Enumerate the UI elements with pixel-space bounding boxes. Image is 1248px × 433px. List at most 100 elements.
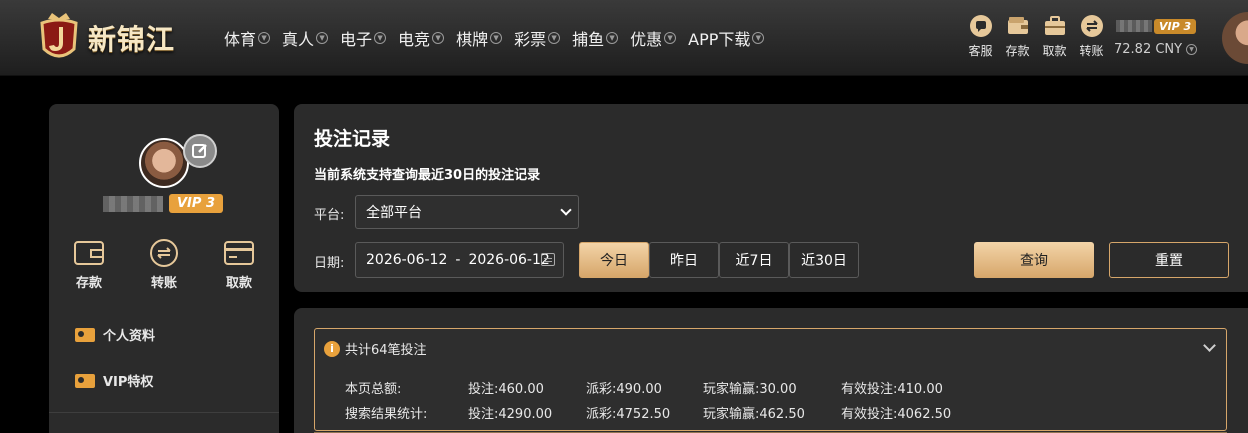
range-30days-button[interactable]: 近30日 — [789, 242, 859, 278]
transfer-button[interactable]: 转账 — [1073, 14, 1110, 59]
date-from: 2026-06-12 — [366, 252, 448, 268]
platform-select[interactable]: 全部平台 — [355, 195, 579, 229]
quick-actions: 存款 转账 取款 — [63, 238, 265, 291]
chevron-down-icon: ▼ — [664, 32, 677, 44]
top-header: 新锦江 体育 ▼ 真人 ▼ 电子 ▼ 电竞 ▼ 棋牌 ▼ 彩票 ▼ 捕鱼 ▼ 优惠 ▼ APP下… — [0, 0, 1248, 76]
chevron-down-icon: ▼ — [606, 32, 619, 44]
quick-label: 存款 — [75, 276, 102, 291]
nav-item-promotions[interactable]: 优惠 ▼ — [630, 26, 677, 50]
filter-note: 当前系统支持查询最近30日的投注记录 — [314, 168, 541, 183]
edit-profile-button[interactable] — [183, 134, 217, 168]
platform-label: 平台: — [314, 208, 345, 223]
chevron-down-icon: ▼ — [432, 32, 445, 44]
nav-label: 棋牌 — [456, 30, 489, 49]
date-range-input[interactable]: 2026-06-12 - 2026-06-12 — [355, 242, 564, 278]
page-title: 投注记录 — [314, 128, 391, 150]
nav-item-sports[interactable]: 体育 ▼ — [224, 26, 271, 50]
nav-label: APP下载 — [688, 30, 751, 49]
chevron-down-icon: ▼ — [548, 32, 561, 44]
sidebar-transfer-button[interactable]: 转账 — [138, 238, 190, 291]
chevron-down-icon: ▼ — [490, 32, 503, 44]
balance[interactable]: 72.82 CNY ▼ — [1114, 42, 1204, 57]
header-tools: 客服 存款 取款 转账 — [962, 14, 1110, 59]
id-card-icon — [75, 327, 95, 342]
sidebar: VIP 3 存款 转账 取款 个人资料 VIP特权 — [49, 104, 279, 433]
withdraw-button[interactable]: 取款 — [1036, 14, 1073, 59]
date-to: 2026-06-12 — [468, 252, 550, 268]
vip-badge: VIP 3 — [1154, 18, 1197, 34]
chevron-down-icon: ▼ — [1186, 44, 1198, 55]
nav-label: 电子 — [340, 30, 373, 49]
chevron-down-icon: ▼ — [258, 32, 271, 44]
summary-count: 共计64笔投注 — [345, 343, 427, 358]
vip-badge: VIP 3 — [169, 194, 223, 213]
win-loss-total: 玩家输赢:30.00 — [703, 382, 797, 397]
transfer-icon — [1080, 15, 1103, 37]
nav-item-esports[interactable]: 电竞 ▼ — [398, 26, 445, 50]
valid-bet-total: 有效投注:410.00 — [841, 382, 943, 397]
bet-total: 投注:4290.00 — [468, 407, 553, 422]
sidebar-item-vip[interactable]: VIP特权 — [75, 371, 153, 390]
nav-item-app-download[interactable]: APP下载 ▼ — [688, 26, 765, 50]
quick-label: 取款 — [225, 276, 252, 291]
query-button[interactable]: 查询 — [974, 242, 1094, 278]
nav-label: 真人 — [282, 30, 315, 49]
masked-username — [1116, 20, 1152, 32]
nav-label: 电竞 — [398, 30, 431, 49]
customer-service-button[interactable]: 客服 — [962, 14, 999, 59]
chat-icon — [969, 15, 992, 37]
nav-label: 彩票 — [514, 30, 547, 49]
avatar[interactable] — [1222, 12, 1248, 64]
nav-label: 体育 — [224, 30, 257, 49]
wallet-icon — [1007, 17, 1028, 34]
calendar-icon — [541, 253, 555, 266]
tool-label: 存款 — [1005, 44, 1030, 58]
chevron-down-icon: ▼ — [316, 32, 329, 44]
bet-total: 投注:460.00 — [468, 382, 544, 397]
tool-label: 取款 — [1042, 44, 1067, 58]
masked-username — [103, 195, 163, 212]
nav-item-live[interactable]: 真人 ▼ — [282, 26, 329, 50]
balance-value: 72.82 CNY — [1114, 42, 1183, 57]
nav-item-cards[interactable]: 棋牌 ▼ — [456, 26, 503, 50]
summary-box: i 共计64笔投注 本页总额: 投注:460.00 派彩:490.00 玩家输赢… — [314, 328, 1227, 431]
id-card-icon — [75, 373, 95, 388]
chevron-down-icon: ▼ — [374, 32, 387, 44]
edit-icon — [192, 144, 207, 158]
wallet-icon — [74, 241, 104, 265]
win-loss-total: 玩家输赢:462.50 — [703, 407, 805, 422]
deposit-button[interactable]: 存款 — [999, 14, 1036, 59]
reset-button[interactable]: 重置 — [1109, 242, 1229, 278]
nav-item-fishing[interactable]: 捕鱼 ▼ — [572, 26, 619, 50]
chevron-down-icon[interactable] — [1203, 339, 1216, 352]
divider — [49, 412, 279, 413]
card-icon — [224, 241, 254, 265]
sidebar-withdraw-button[interactable]: 取款 — [213, 238, 265, 291]
tool-label: 客服 — [968, 44, 993, 58]
summary-header[interactable]: i 共计64笔投注 — [324, 339, 427, 358]
nav-item-lottery[interactable]: 彩票 ▼ — [514, 26, 561, 50]
sidebar-deposit-button[interactable]: 存款 — [63, 238, 115, 291]
nav-label: 优惠 — [630, 30, 663, 49]
row-label: 本页总额: — [345, 382, 402, 397]
range-yesterday-button[interactable]: 昨日 — [649, 242, 719, 278]
sidebar-item-profile[interactable]: 个人资料 — [75, 325, 155, 344]
briefcase-icon — [1044, 16, 1065, 35]
payout-total: 派彩:4752.50 — [586, 407, 671, 422]
main-nav: 体育 ▼ 真人 ▼ 电子 ▼ 电竞 ▼ 棋牌 ▼ 彩票 ▼ 捕鱼 ▼ 优惠 ▼ APP下载 ▼ — [224, 26, 776, 50]
info-icon: i — [324, 340, 340, 357]
range-today-button[interactable]: 今日 — [579, 242, 649, 278]
brand-name: 新锦江 — [88, 23, 176, 56]
range-7days-button[interactable]: 近7日 — [719, 242, 789, 278]
brand-logo[interactable]: 新锦江 — [34, 10, 194, 66]
transfer-icon — [150, 239, 178, 267]
date-separator: - — [455, 252, 461, 268]
nav-item-slots[interactable]: 电子 ▼ — [340, 26, 387, 50]
bet-records-filter: 投注记录 当前系统支持查询最近30日的投注记录 平台: 全部平台 日期: 202… — [294, 104, 1248, 292]
row-label: 搜索结果统计: — [345, 407, 428, 422]
quick-label: 转账 — [150, 276, 177, 291]
account-box[interactable]: VIP 3 72.82 CNY ▼ — [1114, 16, 1204, 57]
chevron-down-icon — [560, 204, 572, 216]
username-row: VIP 3 — [1114, 16, 1204, 36]
tool-label: 转账 — [1079, 44, 1104, 58]
